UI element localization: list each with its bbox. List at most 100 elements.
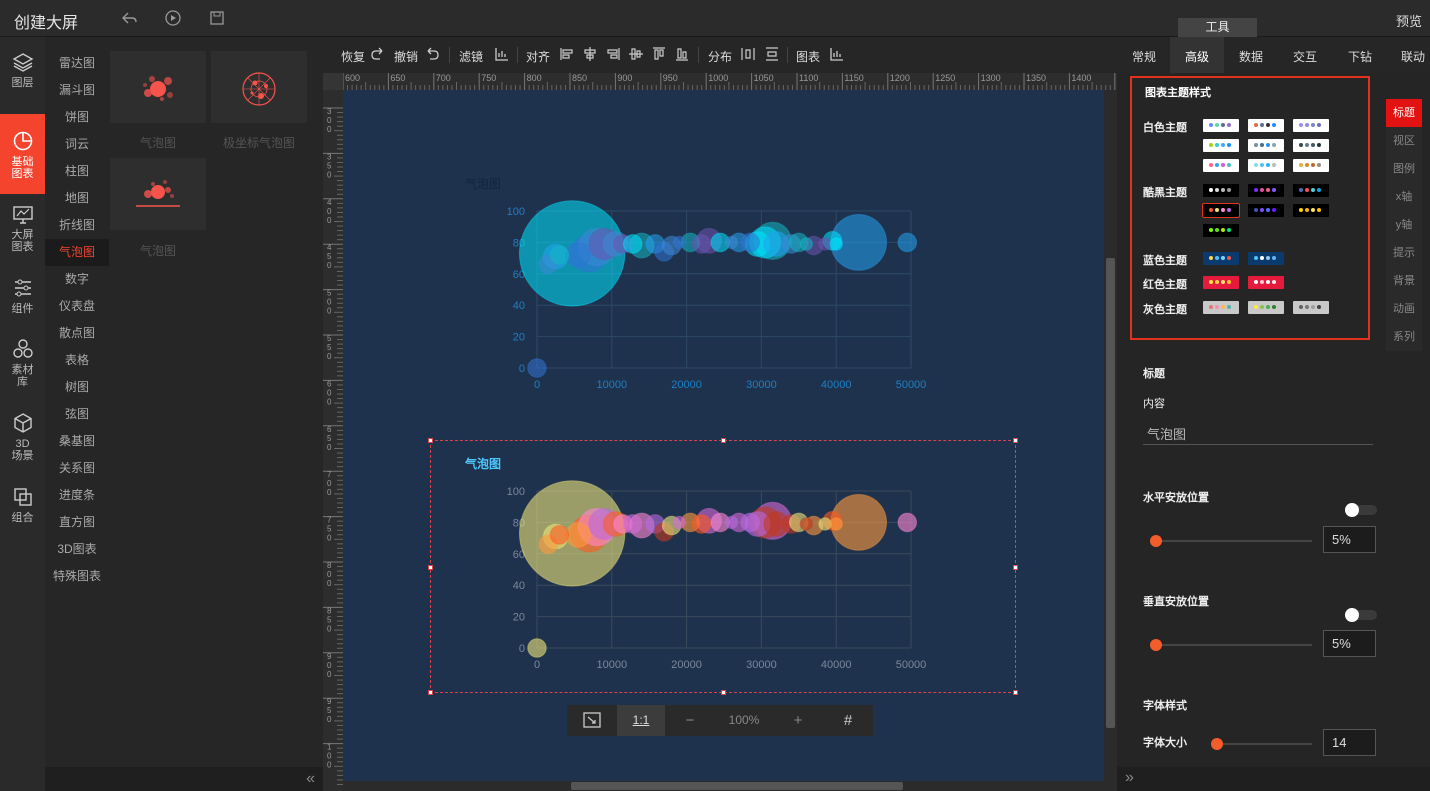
thumb-polar-bubble-chart[interactable] (211, 51, 307, 123)
tab-data[interactable]: 数据 (1239, 48, 1263, 65)
category-item[interactable]: 折线图 (45, 212, 109, 239)
back-icon[interactable] (120, 9, 138, 27)
tab-linkage[interactable]: 联动 (1401, 48, 1425, 65)
category-item[interactable]: 数字 (45, 266, 109, 293)
side-tab-title[interactable]: 标题 (1386, 99, 1422, 127)
resize-handle[interactable] (721, 438, 726, 443)
undo-icon[interactable] (424, 46, 440, 62)
nav-assets[interactable]: 素材 库 (0, 338, 45, 394)
side-tab-background[interactable]: 背景 (1386, 267, 1422, 295)
category-item[interactable]: 词云 (45, 131, 109, 158)
category-item[interactable]: 进度条 (45, 482, 109, 509)
nav-basic-charts[interactable]: 基础 图表 (0, 114, 45, 194)
grid-toggle-button[interactable]: # (823, 705, 873, 736)
side-tab-animation[interactable]: 动画 (1386, 295, 1422, 323)
side-tab-x-axis[interactable]: x轴 (1386, 183, 1422, 211)
v-position-slider[interactable] (1150, 644, 1312, 646)
align-right-icon[interactable] (605, 46, 621, 62)
category-item[interactable]: 特殊图表 (45, 563, 109, 590)
zoom-out-button[interactable]: − (665, 705, 715, 736)
align-left-icon[interactable] (559, 46, 575, 62)
fit-screen-button[interactable] (567, 705, 617, 736)
tab-interaction[interactable]: 交互 (1293, 48, 1317, 65)
theme-swatch-selected[interactable] (1202, 203, 1240, 218)
save-icon[interactable] (208, 9, 226, 27)
theme-swatch[interactable] (1248, 301, 1284, 314)
theme-swatch[interactable] (1248, 159, 1284, 172)
side-tab-y-axis[interactable]: y轴 (1386, 211, 1422, 239)
resize-handle[interactable] (721, 690, 726, 695)
tools-tab[interactable]: 工具 (1178, 18, 1257, 37)
distribute-h-icon[interactable] (740, 46, 756, 62)
theme-swatch[interactable] (1203, 184, 1239, 197)
zoom-in-button[interactable]: + (773, 705, 823, 736)
theme-swatch[interactable] (1203, 224, 1239, 237)
h-position-toggle[interactable] (1345, 503, 1377, 517)
resize-handle[interactable] (428, 565, 433, 570)
v-position-toggle[interactable] (1345, 608, 1377, 622)
resize-handle[interactable] (428, 690, 433, 695)
scroll-thumb[interactable] (1106, 258, 1115, 728)
nav-group[interactable]: 组合 (0, 486, 45, 530)
theme-swatch[interactable] (1248, 139, 1284, 152)
collapse-right-icon[interactable]: » (1125, 769, 1134, 787)
category-item[interactable]: 表格 (45, 347, 109, 374)
v-position-value[interactable]: 5% (1323, 630, 1376, 657)
font-size-slider-knob[interactable] (1211, 738, 1223, 750)
canvas-horizontal-scrollbar[interactable] (343, 781, 1104, 791)
resize-handle[interactable] (1013, 690, 1018, 695)
preview-button[interactable]: 预览 (1396, 11, 1422, 30)
filter-button[interactable]: 滤镜 (459, 48, 483, 65)
filter-chart-icon[interactable] (494, 46, 510, 62)
side-tab-legend[interactable]: 图例 (1386, 155, 1422, 183)
selected-chart-outline[interactable] (428, 438, 1018, 695)
category-item[interactable]: 仪表盘 (45, 293, 109, 320)
category-item[interactable]: 树图 (45, 374, 109, 401)
tab-advanced[interactable]: 高级 (1185, 48, 1209, 65)
v-position-slider-knob[interactable] (1150, 639, 1162, 651)
align-center-v-icon[interactable] (628, 46, 644, 62)
tab-drilldown[interactable]: 下钻 (1348, 48, 1372, 65)
nav-screen-charts[interactable]: 大屏 图表 (0, 205, 45, 257)
theme-swatch[interactable] (1248, 252, 1284, 265)
theme-swatch[interactable] (1203, 276, 1239, 289)
theme-swatch[interactable] (1293, 204, 1329, 217)
align-top-icon[interactable] (651, 46, 667, 62)
nav-3d-scene[interactable]: 3D 场景 (0, 412, 45, 468)
nav-components[interactable]: 组件 (0, 277, 45, 321)
theme-swatch[interactable] (1248, 204, 1284, 217)
align-button[interactable]: 对齐 (526, 48, 550, 65)
align-bottom-icon[interactable] (674, 46, 690, 62)
theme-swatch[interactable] (1293, 184, 1329, 197)
theme-swatch[interactable] (1248, 119, 1284, 132)
h-position-value[interactable]: 5% (1323, 526, 1376, 553)
theme-swatch[interactable] (1293, 301, 1329, 314)
thumb-bubble-chart-2[interactable] (110, 158, 206, 230)
distribute-v-icon[interactable] (764, 46, 780, 62)
theme-swatch[interactable] (1203, 301, 1239, 314)
theme-swatch[interactable] (1293, 159, 1329, 172)
h-position-slider[interactable] (1150, 540, 1312, 542)
theme-swatch[interactable] (1248, 276, 1284, 289)
chart-button[interactable]: 图表 (796, 48, 820, 65)
category-item[interactable]: 弦图 (45, 401, 109, 428)
canvas-vertical-scrollbar[interactable] (1104, 90, 1117, 791)
theme-swatch[interactable] (1203, 252, 1239, 265)
chart-icon[interactable] (829, 46, 845, 62)
theme-swatch[interactable] (1203, 139, 1239, 152)
theme-swatch[interactable] (1248, 184, 1284, 197)
category-item[interactable]: 关系图 (45, 455, 109, 482)
title-content-input[interactable]: 气泡图 (1143, 424, 1373, 445)
theme-swatch[interactable] (1293, 139, 1329, 152)
undo-button[interactable]: 撤销 (394, 48, 418, 65)
side-tab-tooltip[interactable]: 提示 (1386, 239, 1422, 267)
resize-handle[interactable] (428, 438, 433, 443)
category-item[interactable]: 雷达图 (45, 50, 109, 77)
theme-swatch[interactable] (1203, 119, 1239, 132)
redo-button[interactable]: 恢复 (341, 48, 365, 65)
collapse-left-icon[interactable]: « (306, 770, 315, 788)
category-item[interactable]: 桑基图 (45, 428, 109, 455)
side-tab-viewport[interactable]: 视区 (1386, 127, 1422, 155)
font-size-slider[interactable] (1212, 743, 1312, 745)
font-size-value[interactable]: 14 (1323, 729, 1376, 756)
